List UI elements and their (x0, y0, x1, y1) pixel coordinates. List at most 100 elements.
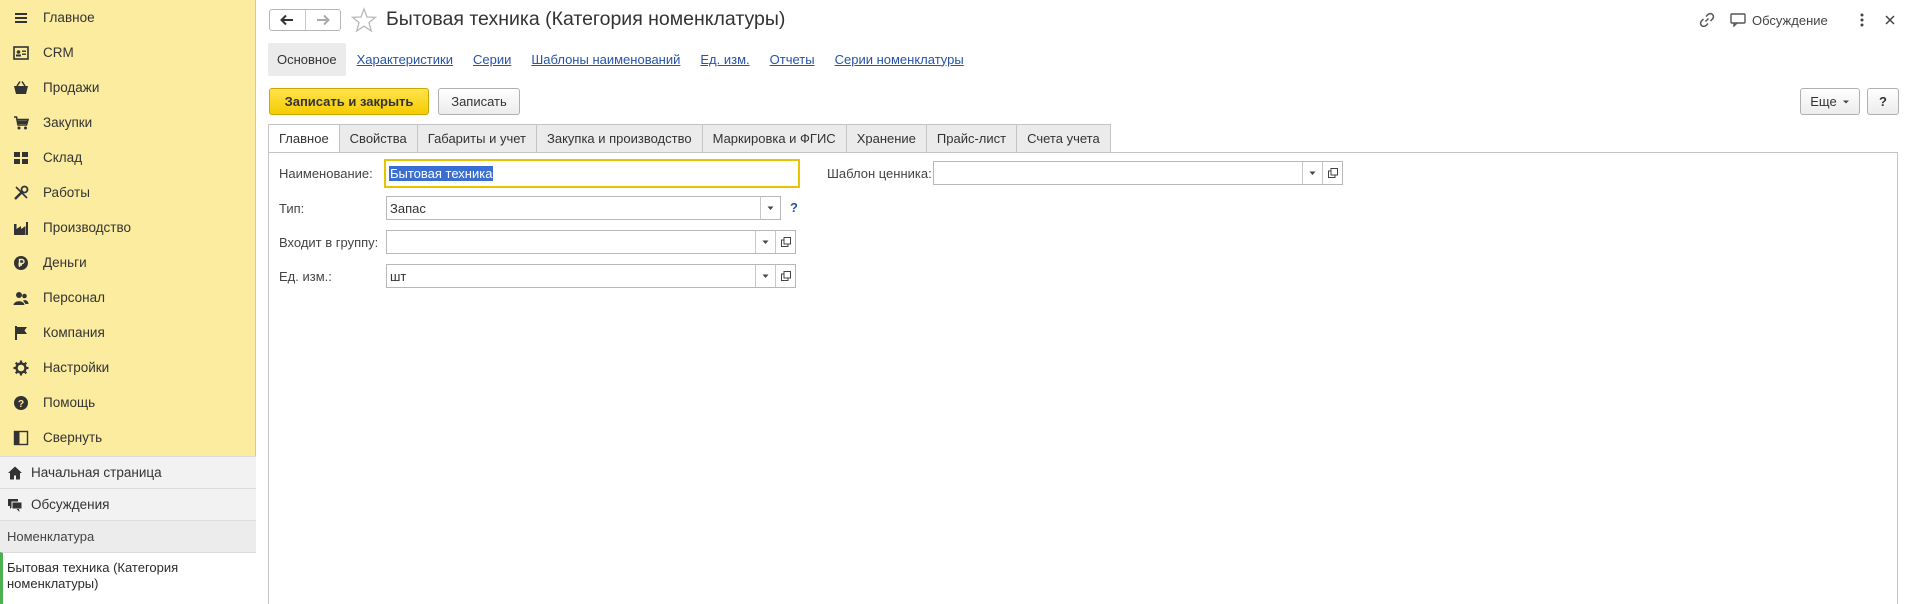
settings-gear-icon (13, 360, 29, 376)
sidebar-discussions-label: Обсуждения (31, 497, 110, 512)
home-icon (7, 465, 23, 481)
discussions-icon (7, 497, 23, 513)
save-and-close-button[interactable]: Записать и закрыть (269, 88, 429, 115)
save-button[interactable]: Записать (438, 88, 520, 115)
sidebar-item-crm[interactable]: CRM (0, 35, 256, 70)
sidebar-item-main[interactable]: Главное (0, 0, 256, 35)
sidebar-item-label: CRM (43, 45, 74, 60)
open-form-icon[interactable] (1322, 162, 1342, 184)
forward-button[interactable] (304, 10, 341, 30)
more-label: Еще (1810, 94, 1837, 109)
tools-icon (13, 185, 29, 201)
sidebar-item-purchases[interactable]: Закупки (0, 105, 256, 140)
arrow-left-icon (280, 14, 294, 26)
unit-value: шт (390, 268, 407, 284)
sidebar-item-label: Производство (43, 220, 132, 235)
sidebar-item-label: Помощь (43, 395, 96, 410)
close-icon[interactable] (1881, 10, 1899, 30)
tab-storage[interactable]: Хранение (846, 124, 927, 153)
sidebar-home-label: Начальная страница (31, 465, 162, 480)
menu-icon (13, 10, 29, 26)
group-field[interactable] (386, 230, 796, 254)
sidebar-item-works[interactable]: Работы (0, 175, 256, 210)
sidebar-item-settings[interactable]: Настройки (0, 350, 256, 385)
tab-dimensions[interactable]: Габариты и учет (417, 124, 537, 153)
sidebar-discussions[interactable]: Обсуждения (0, 488, 256, 520)
sidebar-item-company[interactable]: Компания (0, 315, 256, 350)
form-tabs: Главное Свойства Габариты и учет Закупка… (268, 124, 1111, 153)
form-sections: Основное Характеристики Серии Шаблоны на… (268, 42, 984, 76)
discussion-label: Обсуждение (1752, 12, 1828, 28)
section-link-reports[interactable]: Отчеты (770, 52, 815, 67)
dropdown-arrow-icon[interactable] (1302, 162, 1322, 184)
sidebar-home-page[interactable]: Начальная страница (0, 456, 256, 488)
section-main[interactable]: Основное (268, 42, 346, 76)
price-tag-template-label: Шаблон ценника: (827, 166, 932, 181)
sidebar-item-sales[interactable]: Продажи (0, 70, 256, 105)
tab-price-list[interactable]: Прайс-лист (926, 124, 1018, 153)
tab-accounts[interactable]: Счета учета (1017, 124, 1111, 153)
page-title: Бытовая техника (Категория номенклатуры) (386, 8, 786, 30)
group-label: Входит в группу: (279, 235, 379, 250)
type-help-icon[interactable]: ? (790, 200, 798, 215)
sidebar-item-label: Деньги (43, 255, 87, 270)
open-form-icon[interactable] (775, 231, 795, 253)
chevron-down-icon (1842, 100, 1849, 103)
sidebar-item-label: Главное (43, 10, 95, 25)
sidebar-item-money[interactable]: Деньги (0, 245, 256, 280)
open-window-item[interactable]: Бытовая техника (Категория номенклатуры) (0, 552, 256, 604)
help-button[interactable]: ? (1867, 88, 1899, 115)
sidebar-item-label: Свернуть (43, 430, 103, 445)
sidebar-item-production[interactable]: Производство (0, 210, 256, 245)
link-icon[interactable] (1697, 10, 1717, 30)
sidebar-item-label: Настройки (43, 360, 110, 375)
type-value: Запас (390, 200, 426, 216)
history-nav (269, 9, 341, 31)
sidebar-item-label: Персонал (43, 290, 105, 305)
tab-marking[interactable]: Маркировка и ФГИС (702, 124, 847, 153)
section-link-series[interactable]: Серии (473, 52, 511, 67)
dropdown-arrow-icon[interactable] (760, 197, 780, 219)
sidebar-item-label: Компания (43, 325, 105, 340)
discussion-button[interactable]: Обсуждение (1730, 10, 1828, 30)
arrow-right-icon (316, 14, 330, 26)
section-link-units[interactable]: Ед. изм. (700, 52, 749, 67)
favorite-star-icon[interactable] (350, 7, 378, 33)
sidebar-item-personnel[interactable]: Персонал (0, 280, 256, 315)
sidebar-item-label: Продажи (43, 80, 100, 95)
collapse-icon (13, 430, 29, 446)
sidebar-item-warehouse[interactable]: Склад (0, 140, 256, 175)
section-link-name-templates[interactable]: Шаблоны наименований (531, 52, 680, 67)
open-form-icon[interactable] (775, 265, 795, 287)
name-field[interactable]: Бытовая техника (384, 159, 800, 188)
type-select[interactable]: Запас (386, 196, 781, 220)
dropdown-arrow-icon[interactable] (755, 231, 775, 253)
warehouse-icon (13, 150, 29, 166)
unit-field[interactable]: шт (386, 264, 796, 288)
sidebar: Главное CRM Продажи Закупки Склад Работы (0, 0, 256, 604)
sidebar-item-help[interactable]: ? Помощь (0, 385, 256, 420)
purchases-cart-icon (13, 115, 29, 131)
crm-card-icon (13, 45, 29, 61)
company-flag-icon (13, 325, 29, 341)
back-button[interactable] (270, 10, 305, 30)
sidebar-item-label: Склад (43, 150, 83, 165)
section-link-item-series[interactable]: Серии номенклатуры (835, 52, 964, 67)
tab-purchasing[interactable]: Закупка и производство (536, 124, 703, 153)
price-tag-template-field[interactable] (933, 161, 1343, 185)
tab-main[interactable]: Главное (268, 124, 340, 153)
name-label: Наименование: (279, 166, 373, 181)
svg-text:?: ? (18, 399, 24, 410)
sidebar-item-collapse[interactable]: Свернуть (0, 420, 256, 455)
type-label: Тип: (279, 201, 305, 216)
sidebar-item-label: Работы (43, 185, 90, 200)
more-vertical-icon[interactable] (1855, 10, 1869, 30)
selected-text: Бытовая техника (389, 166, 494, 181)
unit-label: Ед. изм.: (279, 269, 332, 284)
more-button[interactable]: Еще (1800, 88, 1860, 115)
factory-icon (13, 220, 29, 236)
open-section-header: Номенклатура (0, 520, 256, 552)
tab-properties[interactable]: Свойства (339, 124, 418, 153)
section-link-characteristics[interactable]: Характеристики (357, 52, 453, 67)
dropdown-arrow-icon[interactable] (755, 265, 775, 287)
